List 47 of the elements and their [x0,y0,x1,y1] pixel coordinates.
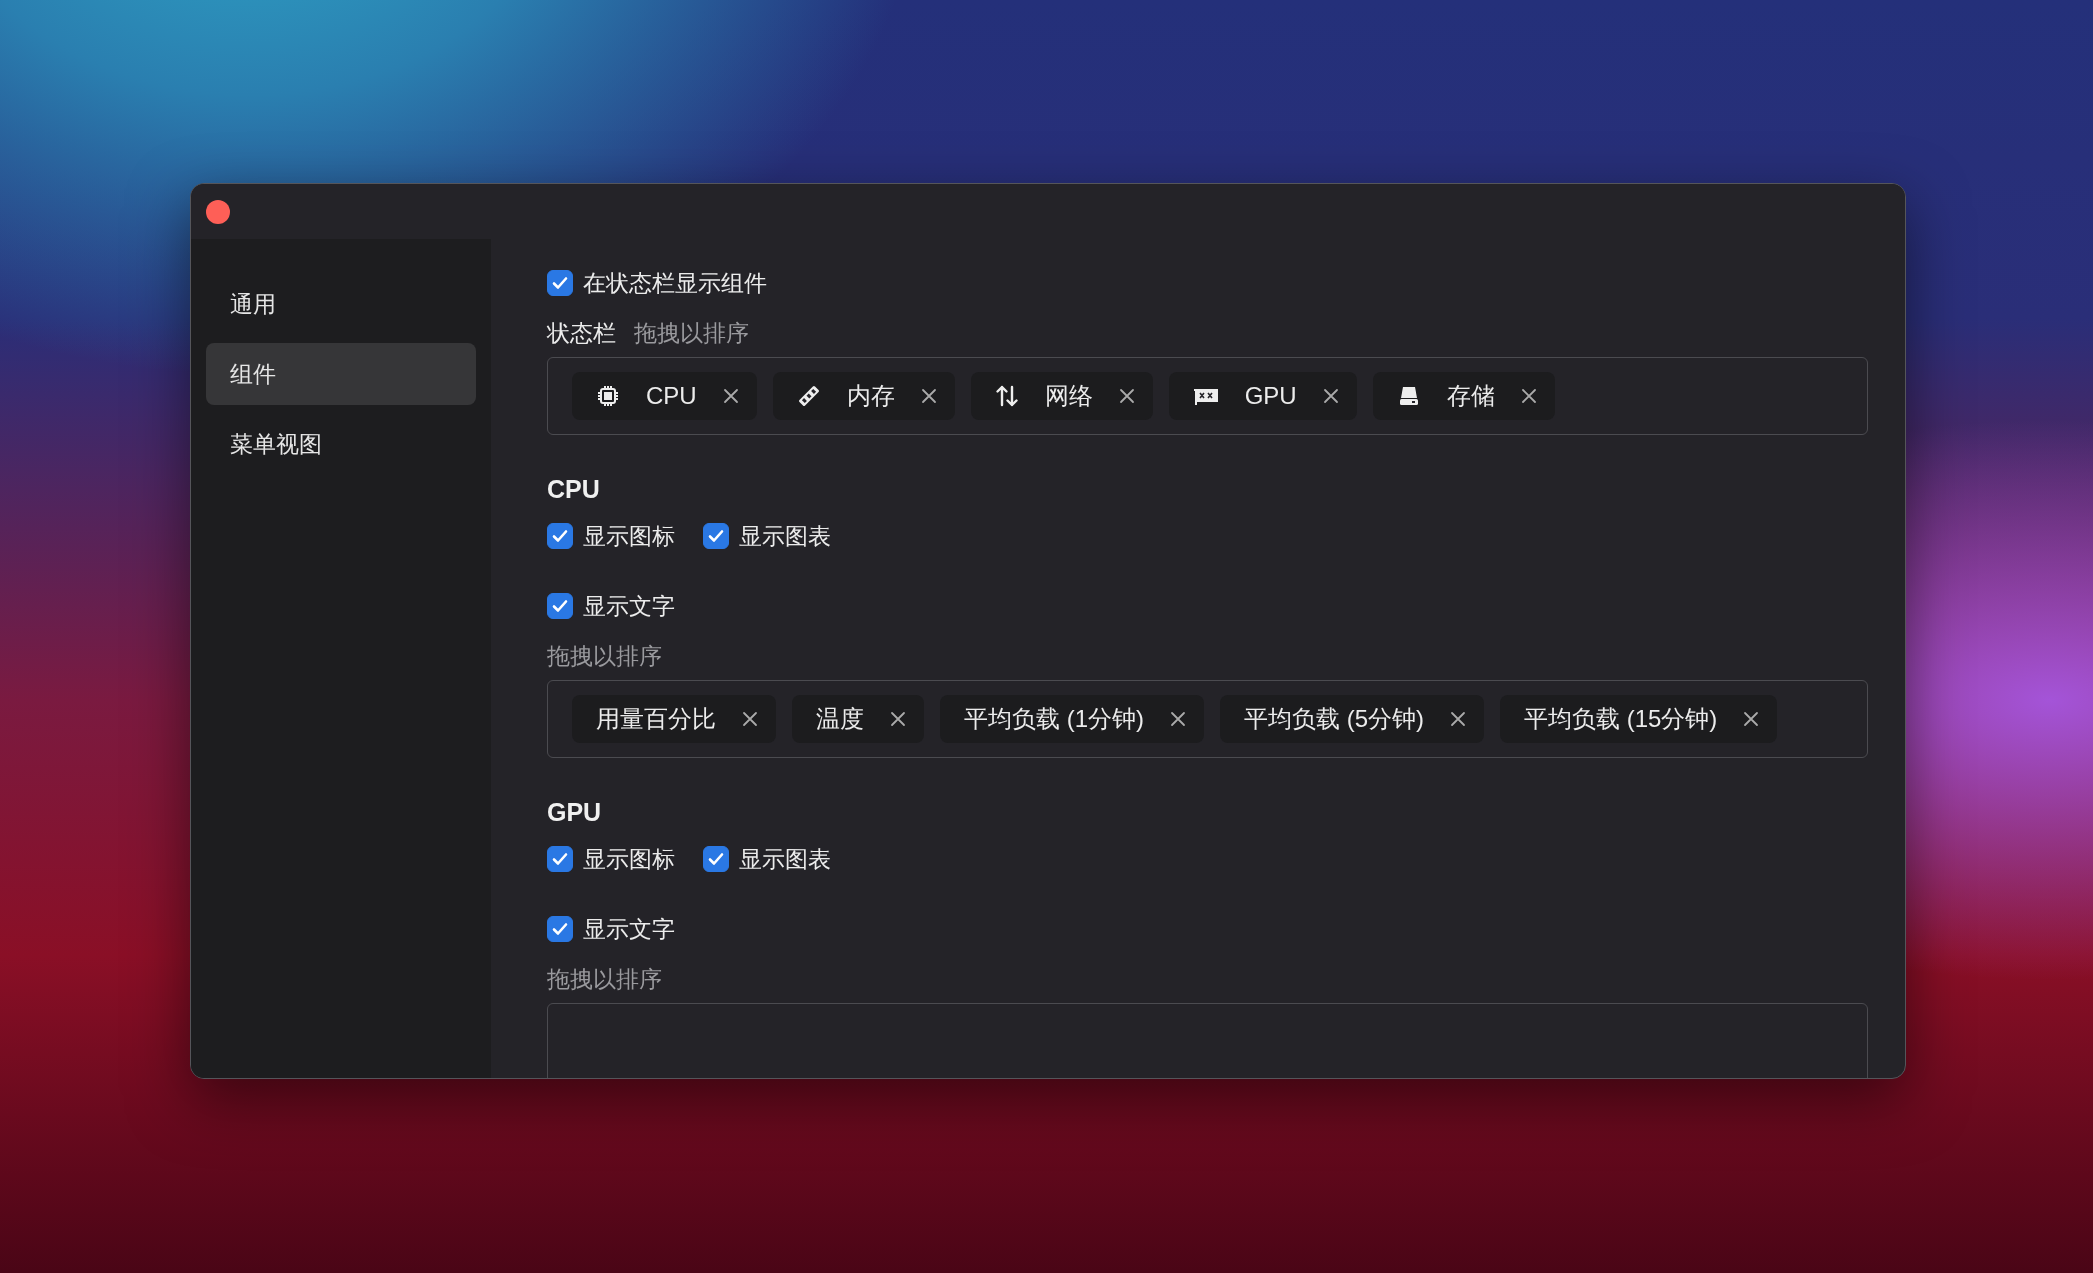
metric-chip[interactable]: 用量百分比 [572,695,776,743]
close-button[interactable] [206,199,230,224]
remove-icon[interactable] [1118,388,1135,404]
widget-chip[interactable]: CPU [572,372,757,420]
checkbox[interactable] [703,846,729,872]
metric-chip[interactable]: 平均负载 (5分钟) [1220,695,1484,743]
hint-text: 拖拽以排序 [547,964,662,994]
remove-icon[interactable] [890,711,906,727]
checkbox[interactable] [547,523,573,549]
sidebar-item[interactable]: 通用 [206,273,476,335]
section-label: 状态栏 [547,318,616,348]
hint-text: 拖拽以排序 [547,641,662,671]
remove-icon[interactable] [1743,711,1760,727]
metric-chip[interactable]: 温度 [792,695,924,743]
checkbox[interactable] [547,270,573,296]
sidebar-item[interactable]: 菜单视图 [206,413,476,475]
section-heading: CPU [547,475,601,504]
remove-icon[interactable] [920,388,937,404]
widget-chip[interactable]: GPU [1168,372,1357,420]
widget-chip[interactable]: 网络 [970,372,1153,420]
metric-chip[interactable]: 平均负载 (15分钟) [1500,695,1778,743]
checkbox-label: 显示图表 [739,844,831,874]
remove-icon[interactable] [1520,388,1537,404]
sidebar-item[interactable]: 组件 [206,343,476,405]
checkbox-label: 显示文字 [583,591,675,621]
remove-icon[interactable] [722,388,739,404]
graphics-card-icon [1192,386,1219,406]
chip-icon [596,384,620,408]
remove-icon[interactable] [1450,711,1466,727]
checkbox-label: 显示图标 [583,844,675,874]
hint-text: 拖拽以排序 [634,318,749,348]
checkbox-label: 显示图表 [739,521,831,551]
checkbox[interactable] [547,916,573,942]
widget-chip[interactable]: 存储 [1372,372,1555,420]
checkbox-label: 显示文字 [583,914,675,944]
remove-icon[interactable] [742,711,758,727]
checkbox[interactable] [703,523,729,549]
remove-icon[interactable] [1170,711,1186,727]
widget-chip[interactable]: 内存 [772,372,955,420]
checkbox-label: 显示图标 [583,521,675,551]
remove-icon[interactable] [1322,388,1339,404]
checkbox[interactable] [547,593,573,619]
up-down-arrows-icon [994,384,1019,408]
metric-chip[interactable]: 平均负载 (1分钟) [940,695,1204,743]
checkbox[interactable] [547,846,573,872]
section-heading: GPU [547,798,603,827]
checkbox-label: 在状态栏显示组件 [583,268,767,298]
